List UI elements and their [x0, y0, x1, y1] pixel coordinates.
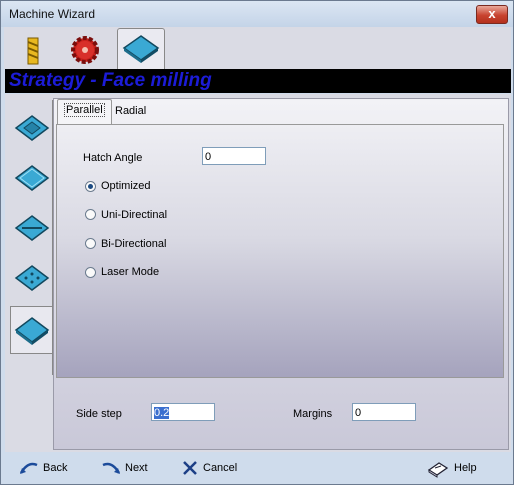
side-tab-pocket[interactable]: [12, 106, 52, 150]
margins-input[interactable]: 0: [352, 403, 416, 421]
help-button[interactable]: Help: [427, 461, 487, 478]
side-tab-face[interactable]: [10, 306, 53, 354]
back-arrow-icon: [19, 462, 38, 474]
uni-directional-radio[interactable]: [85, 209, 96, 220]
help-book-icon: [427, 462, 449, 478]
face-plate-icon: [14, 317, 50, 345]
tab-radial-label: Radial: [115, 105, 147, 117]
next-label: Next: [125, 462, 148, 474]
strategy-content: Parallel Radial Hatch Angle 0 Optimized …: [53, 98, 509, 450]
close-button[interactable]: x: [476, 5, 508, 24]
help-label: Help: [454, 462, 477, 474]
laser-mode-label[interactable]: Laser Mode: [101, 266, 159, 278]
optimized-radio[interactable]: [85, 181, 96, 192]
drill-bit-icon: [27, 37, 39, 65]
next-button[interactable]: Next: [101, 461, 161, 477]
machine-wizard-window: Machine Wizard x Strategy - Face milling…: [0, 0, 514, 485]
tab-drill[interactable]: [10, 30, 56, 68]
slot-plate-icon: [14, 215, 50, 241]
side-tab-outline[interactable]: [12, 156, 52, 200]
blue-plate-icon: [122, 35, 160, 63]
laser-mode-radio[interactable]: [85, 267, 96, 278]
back-label: Back: [43, 462, 68, 474]
window-title: Machine Wizard: [9, 7, 96, 21]
hatch-angle-label: Hatch Angle: [83, 152, 143, 164]
tab-parallel[interactable]: Parallel: [57, 99, 112, 124]
cancel-label: Cancel: [203, 462, 238, 474]
hatch-angle-input[interactable]: 0: [202, 147, 266, 165]
side-step-input[interactable]: 0.2: [151, 403, 215, 421]
top-tab-strip: [4, 27, 511, 70]
close-icon: x: [488, 6, 496, 21]
title-bar[interactable]: Machine Wizard x: [1, 1, 513, 27]
side-step-value: 0.2: [154, 407, 170, 419]
red-gear-icon: [71, 36, 99, 64]
bi-directional-radio[interactable]: [85, 238, 96, 249]
side-tab-drill[interactable]: [12, 256, 52, 300]
parallel-panel: Hatch Angle 0 Optimized Uni-Directinal B…: [56, 124, 504, 378]
outline-plate-icon: [14, 165, 50, 191]
strategy-banner: Strategy - Face milling: [5, 69, 511, 93]
wizard-footer: Back Next Cancel Help: [5, 453, 511, 484]
side-step-label: Side step: [76, 408, 122, 420]
cancel-button[interactable]: Cancel: [181, 461, 251, 477]
optimized-label[interactable]: Optimized: [101, 180, 151, 192]
banner-title: Strategy - Face milling: [9, 70, 212, 91]
bi-directional-label[interactable]: Bi-Directional: [101, 238, 166, 250]
side-tab-strip: [10, 100, 53, 440]
wizard-body: Parallel Radial Hatch Angle 0 Optimized …: [5, 94, 511, 452]
tab-strategy[interactable]: [117, 28, 165, 70]
tab-radial[interactable]: Radial: [109, 101, 152, 121]
drill-plate-icon: [14, 265, 50, 291]
tab-parallel-label: Parallel: [64, 103, 105, 117]
next-arrow-icon: [102, 462, 121, 474]
cancel-x-icon: [183, 461, 197, 475]
pocket-plate-icon: [14, 115, 50, 141]
margins-label: Margins: [293, 408, 333, 420]
back-button[interactable]: Back: [19, 461, 79, 477]
side-tab-slot[interactable]: [12, 206, 52, 250]
uni-directional-label[interactable]: Uni-Directinal: [101, 209, 167, 221]
tab-gear[interactable]: [62, 30, 108, 68]
